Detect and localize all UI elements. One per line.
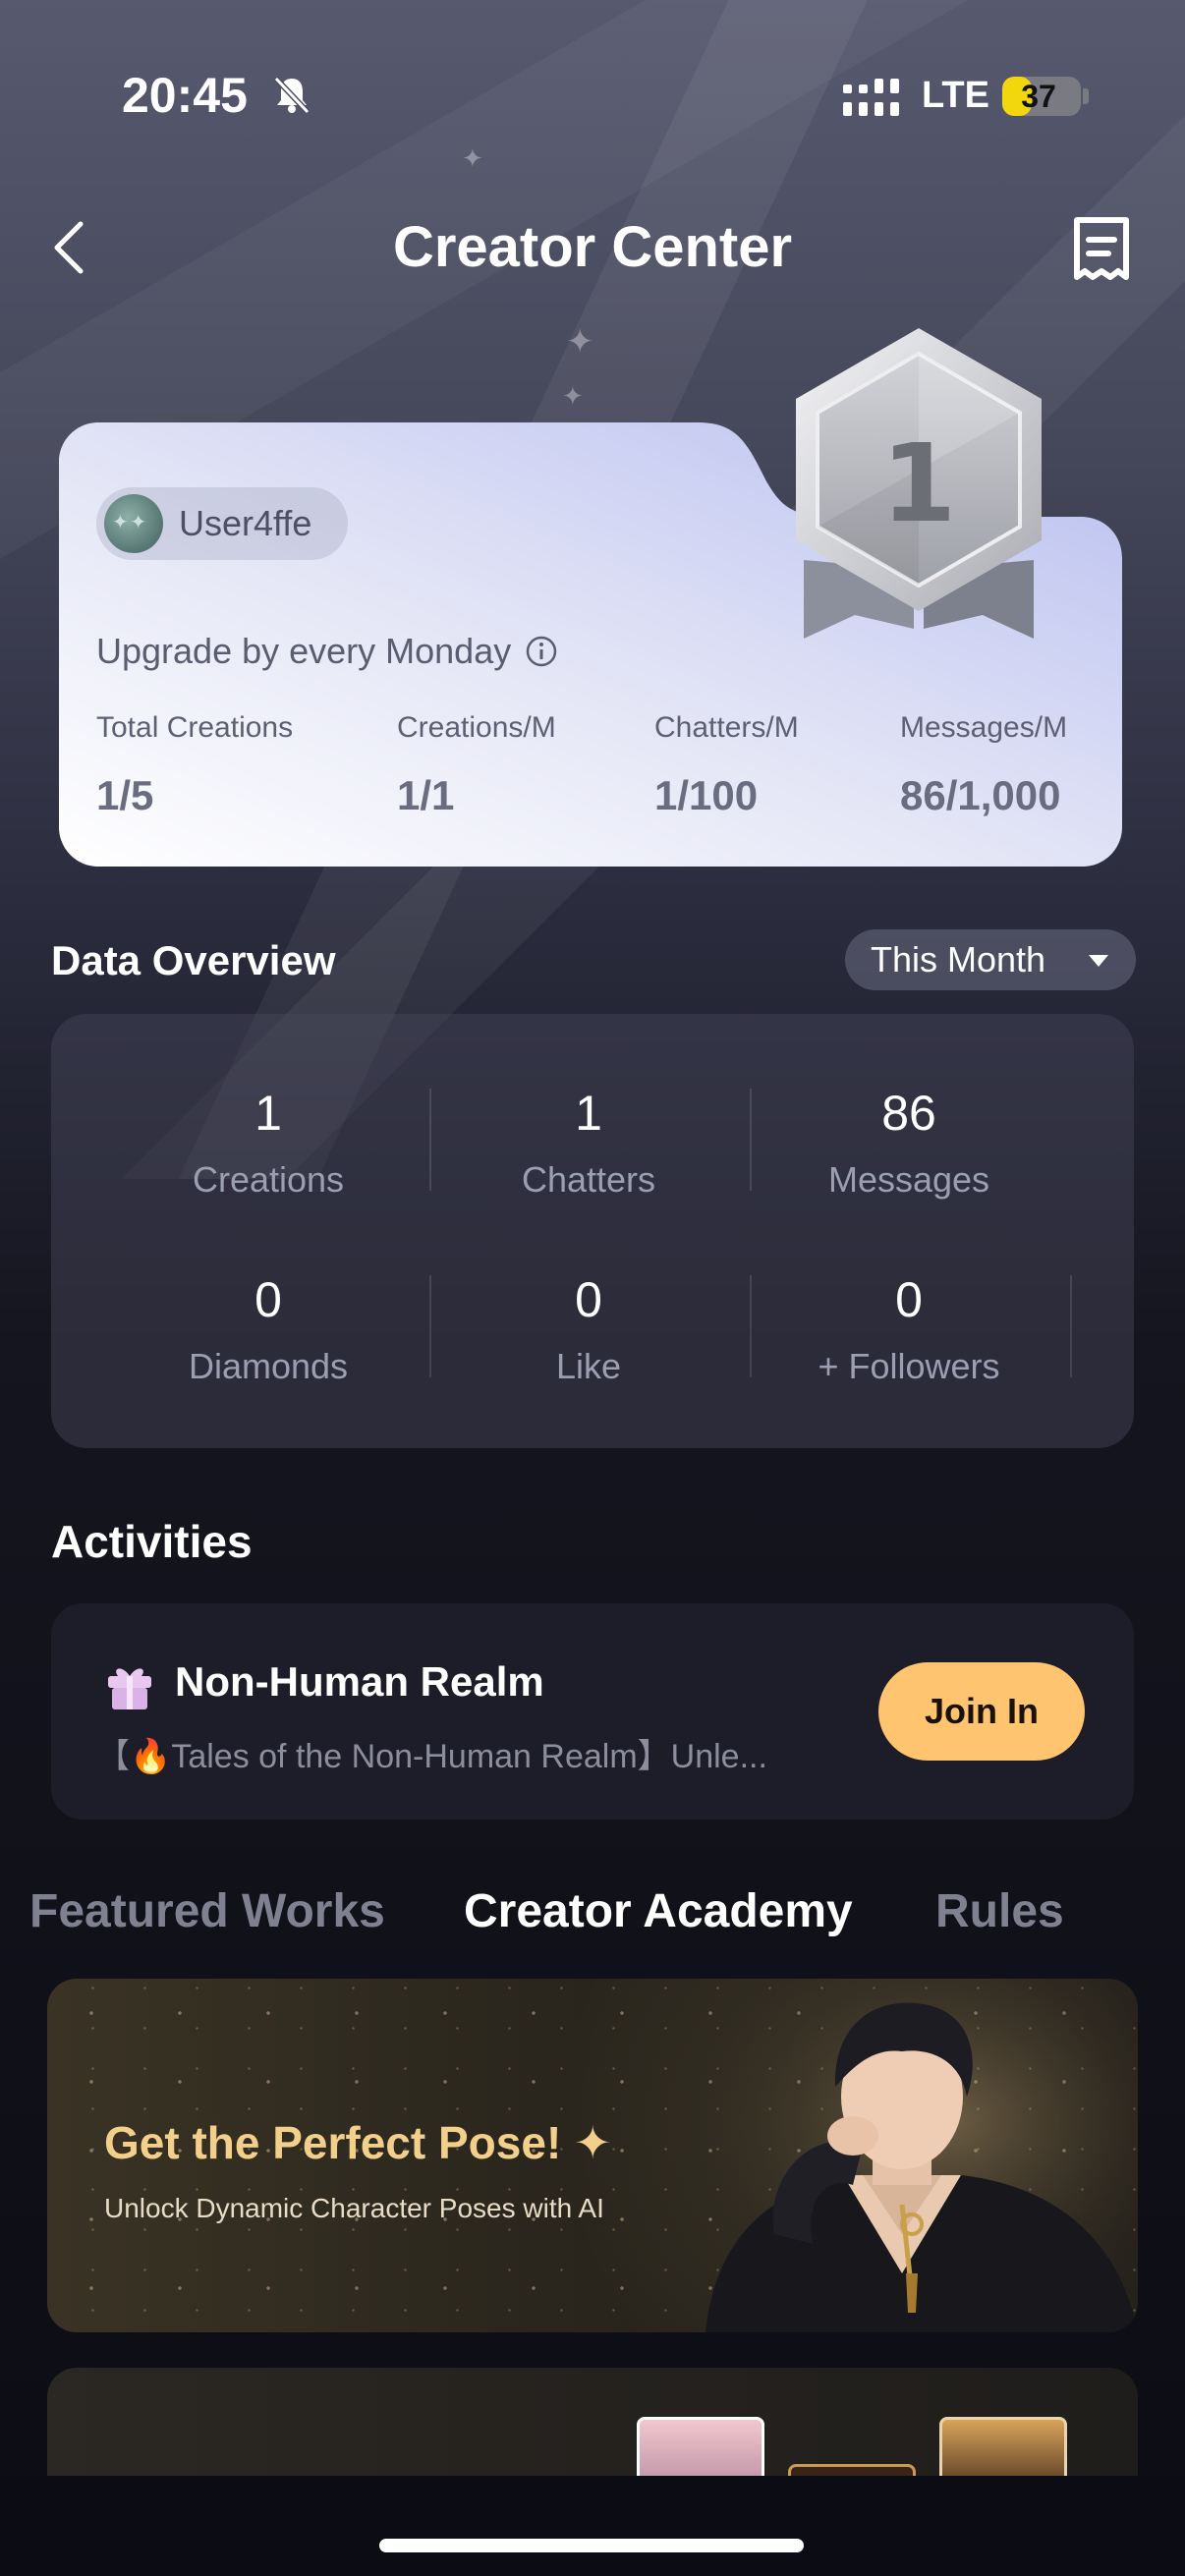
- tab-rules[interactable]: Rules: [935, 1884, 1064, 1938]
- stat-value-creations-month: 1/1: [397, 772, 455, 818]
- metric-messages: 86 Messages: [749, 1085, 1069, 1201]
- metric-value: 0: [895, 1272, 923, 1327]
- thumbnail-image: [637, 2417, 764, 2476]
- stat-label-chatters-month: Chatters/M: [654, 711, 799, 744]
- metric-value: 0: [254, 1272, 282, 1327]
- home-indicator[interactable]: [379, 2539, 804, 2552]
- metric-label: Like: [555, 1346, 622, 1386]
- stat-label-creations-month: Creations/M: [397, 711, 556, 744]
- divider: [429, 1275, 431, 1377]
- sparkle-icon: ✦: [462, 143, 483, 173]
- user-chip[interactable]: User4ffe: [96, 487, 348, 560]
- signal-icon: [843, 79, 899, 116]
- sparkle-icon: ✦: [566, 323, 594, 361]
- metric-value: 1: [575, 1086, 602, 1141]
- stat-value-messages-month: 86/1,000: [900, 772, 1061, 818]
- metric-label: Messages: [827, 1159, 990, 1200]
- metric-followers: 0 + Followers: [749, 1271, 1069, 1387]
- gift-icon: [108, 1668, 151, 1709]
- bell-muted-icon: [273, 76, 310, 115]
- tab-featured-works[interactable]: Featured Works: [29, 1884, 385, 1938]
- sparkle-icon: ✦: [562, 381, 584, 411]
- academy-banner-pose[interactable]: Get the Perfect Pose! ✦ Unlock Dynamic C…: [47, 1979, 1138, 2332]
- divider: [429, 1089, 431, 1191]
- thumbnail-image: [939, 2417, 1067, 2476]
- upgrade-note: Upgrade by every Monday: [96, 631, 558, 672]
- level-badge-icon: 1: [796, 328, 1042, 639]
- metric-like: 0 Like: [428, 1271, 749, 1387]
- period-dropdown[interactable]: This Month: [845, 929, 1136, 990]
- caret-down-icon: [1089, 955, 1108, 967]
- stat-label-total-creations: Total Creations: [96, 711, 294, 744]
- stat-value-chatters-month: 1/100: [654, 772, 759, 818]
- divider: [750, 1275, 752, 1377]
- network-type: LTE: [922, 75, 989, 116]
- divider: [750, 1089, 752, 1191]
- info-icon[interactable]: [525, 635, 558, 668]
- tab-creator-academy[interactable]: Creator Academy: [464, 1884, 853, 1938]
- character-illustration: [666, 1979, 1138, 2332]
- battery-indicator: 37: [1002, 77, 1081, 116]
- metric-value: 0: [575, 1272, 602, 1327]
- battery-tip: [1083, 88, 1089, 104]
- metric-label: Chatters: [521, 1159, 656, 1200]
- metric-value: 86: [881, 1086, 936, 1141]
- metric-value: 1: [254, 1086, 282, 1141]
- data-overview-title: Data Overview: [51, 937, 336, 983]
- username: User4ffe: [179, 503, 312, 543]
- document-icon[interactable]: [1071, 216, 1132, 283]
- battery-level: 37: [1021, 79, 1056, 114]
- avatar: [104, 494, 163, 553]
- banner-subtitle: Unlock Dynamic Character Poses with AI: [104, 2193, 604, 2223]
- level-number: 1: [881, 420, 957, 546]
- metric-label: Diamonds: [188, 1346, 349, 1386]
- divider: [1070, 1275, 1072, 1377]
- join-in-button[interactable]: Join In: [878, 1662, 1085, 1761]
- metric-diamonds: 0 Diamonds: [108, 1271, 428, 1387]
- academy-banner-secondary[interactable]: [47, 2368, 1138, 2476]
- metric-creations: 1 Creations: [108, 1085, 428, 1201]
- upgrade-note-text: Upgrade by every Monday: [96, 631, 512, 671]
- status-time: 20:45: [122, 68, 248, 123]
- period-selected: This Month: [871, 939, 1046, 980]
- banner-title: Get the Perfect Pose! ✦: [104, 2117, 612, 2168]
- stat-label-messages-month: Messages/M: [900, 711, 1068, 744]
- stat-value-total-creations: 1/5: [96, 772, 154, 818]
- page-title: Creator Center: [392, 215, 793, 279]
- activity-title: Non-Human Realm: [175, 1658, 544, 1705]
- thumbnail-image: [788, 2464, 916, 2476]
- metric-label: + Followers: [818, 1346, 1000, 1386]
- metric-chatters: 1 Chatters: [428, 1085, 749, 1201]
- metric-label: Creations: [192, 1159, 345, 1200]
- activities-title: Activities: [51, 1516, 253, 1567]
- activity-description: 【🔥Tales of the Non-Human Realm】Unle...: [96, 1738, 767, 1775]
